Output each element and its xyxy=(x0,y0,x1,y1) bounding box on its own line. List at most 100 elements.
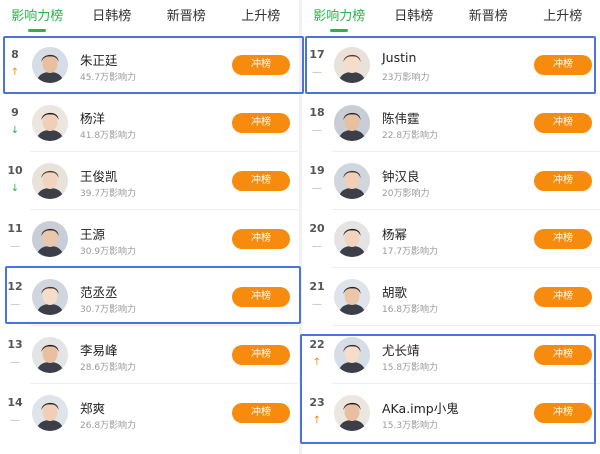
tab-japan-korea[interactable]: 日韩榜 xyxy=(377,0,452,34)
trend-flat-icon: — xyxy=(312,67,322,78)
ranking-row[interactable]: 12 — 范丞丞 30.7万影响力 冲榜 xyxy=(0,268,298,326)
boost-rank-button[interactable]: 冲榜 xyxy=(232,287,290,307)
rank-number: 13 xyxy=(7,338,23,351)
avatar[interactable] xyxy=(334,105,370,141)
tab-japan-korea[interactable]: 日韩榜 xyxy=(75,0,150,34)
ranking-row[interactable]: 14 — 郑爽 26.8万影响力 冲榜 xyxy=(0,384,298,442)
trend-up-icon: ↑ xyxy=(312,357,322,368)
ranking-row[interactable]: 23 ↑ AKa.imp小鬼 15.3万影响力 冲榜 xyxy=(302,384,600,442)
boost-rank-button[interactable]: 冲榜 xyxy=(534,171,592,191)
boost-rank-button[interactable]: 冲榜 xyxy=(232,113,290,133)
influence-score: 30.9万影响力 xyxy=(80,247,137,257)
right-ranking-panel: 影响力榜 日韩榜 新晋榜 上升榜 17— Justin 23万影响力 冲榜 18— 陈伟霆… xyxy=(302,0,600,454)
rank-number: 20 xyxy=(309,222,325,235)
boost-rank-button[interactable]: 冲榜 xyxy=(534,287,592,307)
ranking-tabs: 影响力榜 日韩榜 新晋榜 上升榜 xyxy=(302,0,600,34)
influence-score: 16.8万影响力 xyxy=(382,305,439,315)
celebrity-name[interactable]: 尤长靖 xyxy=(382,340,420,359)
tab-newcomer[interactable]: 新晋榜 xyxy=(451,0,526,34)
celebrity-name[interactable]: 李易峰 xyxy=(80,340,118,359)
avatar[interactable] xyxy=(334,47,370,83)
tab-influence[interactable]: 影响力榜 xyxy=(0,0,75,34)
boost-rank-button[interactable]: 冲榜 xyxy=(534,113,592,133)
avatar[interactable] xyxy=(334,395,370,431)
influence-score: 15.3万影响力 xyxy=(382,421,439,431)
rank-number: 11 xyxy=(7,222,23,235)
ranking-row[interactable]: 17 — Justin 23万影响力 冲榜 xyxy=(302,36,600,94)
celebrity-name[interactable]: Justin xyxy=(382,50,416,65)
trend-flat-icon: — xyxy=(10,357,20,368)
celebrity-name[interactable]: 杨洋 xyxy=(80,108,105,127)
ranking-row[interactable]: 10 ↓ 王俊凯 39.7万影响力 冲榜 xyxy=(0,152,298,210)
influence-score: 39.7万影响力 xyxy=(80,189,137,199)
boost-rank-button[interactable]: 冲榜 xyxy=(534,403,592,423)
boost-rank-button[interactable]: 冲榜 xyxy=(232,403,290,423)
boost-rank-button[interactable]: 冲榜 xyxy=(534,55,592,75)
rank-number: 9 xyxy=(11,106,19,119)
rank-number: 19 xyxy=(309,164,325,177)
celebrity-name[interactable]: 王源 xyxy=(80,224,105,243)
ranking-row[interactable]: 21 — 胡歌 16.8万影响力 冲榜 xyxy=(302,268,600,326)
ranking-row[interactable]: 19 — 钟汉良 20万影响力 冲榜 xyxy=(302,152,600,210)
ranking-row[interactable]: 13 — 李易峰 28.6万影响力 冲榜 xyxy=(0,326,298,384)
avatar[interactable] xyxy=(334,279,370,315)
rank-number: 10 xyxy=(7,164,23,177)
celebrity-name[interactable]: 钟汉良 xyxy=(382,166,420,185)
trend-down-icon: ↓ xyxy=(10,183,20,194)
rank-number: 8 xyxy=(11,48,19,61)
influence-score: 15.8万影响力 xyxy=(382,363,439,373)
tab-newcomer[interactable]: 新晋榜 xyxy=(149,0,224,34)
boost-rank-button[interactable]: 冲榜 xyxy=(534,229,592,249)
left-ranking-panel: 影响力榜 日韩榜 新晋榜 上升榜 8 ↑ 朱正廷 45.7万影响力 冲榜 9 ↓ 杨洋 41.8… xyxy=(0,0,298,454)
avatar[interactable] xyxy=(334,221,370,257)
ranking-row[interactable]: 20 — 杨幂 17.7万影响力 冲榜 xyxy=(302,210,600,268)
avatar[interactable] xyxy=(32,163,68,199)
celebrity-name[interactable]: 范丞丞 xyxy=(80,282,118,301)
influence-score: 41.8万影响力 xyxy=(80,131,137,141)
tab-rising[interactable]: 上升榜 xyxy=(224,0,299,34)
trend-flat-icon: — xyxy=(312,241,322,252)
ranking-row[interactable]: 9 ↓ 杨洋 41.8万影响力 冲榜 xyxy=(0,94,298,152)
celebrity-name[interactable]: 王俊凯 xyxy=(80,166,118,185)
avatar[interactable] xyxy=(32,105,68,141)
rank-number: 12 xyxy=(7,280,23,293)
tab-rising[interactable]: 上升榜 xyxy=(526,0,600,34)
avatar[interactable] xyxy=(32,337,68,373)
boost-rank-button[interactable]: 冲榜 xyxy=(232,345,290,365)
tab-influence[interactable]: 影响力榜 xyxy=(302,0,377,34)
avatar[interactable] xyxy=(32,47,68,83)
avatar[interactable] xyxy=(32,279,68,315)
trend-up-icon: ↑ xyxy=(312,415,322,426)
trend-flat-icon: — xyxy=(10,241,20,252)
influence-score: 17.7万影响力 xyxy=(382,247,439,257)
influence-score: 28.6万影响力 xyxy=(80,363,137,373)
boost-rank-button[interactable]: 冲榜 xyxy=(534,345,592,365)
trend-flat-icon: — xyxy=(312,299,322,310)
trend-up-icon: ↑ xyxy=(10,67,20,78)
rank-number: 22 xyxy=(309,338,325,351)
rank-number: 14 xyxy=(7,396,23,409)
celebrity-name[interactable]: 郑爽 xyxy=(80,398,105,417)
ranking-row[interactable]: 22 ↑ 尤长靖 15.8万影响力 冲榜 xyxy=(302,326,600,384)
influence-score: 22.8万影响力 xyxy=(382,131,439,141)
avatar[interactable] xyxy=(334,337,370,373)
avatar[interactable] xyxy=(32,395,68,431)
boost-rank-button[interactable]: 冲榜 xyxy=(232,229,290,249)
influence-score: 20万影响力 xyxy=(382,189,430,199)
celebrity-name[interactable]: 朱正廷 xyxy=(80,50,118,69)
influence-score: 45.7万影响力 xyxy=(80,73,137,83)
celebrity-name[interactable]: 胡歌 xyxy=(382,282,407,301)
celebrity-name[interactable]: 陈伟霆 xyxy=(382,108,420,127)
boost-rank-button[interactable]: 冲榜 xyxy=(232,171,290,191)
ranking-row[interactable]: 18 — 陈伟霆 22.8万影响力 冲榜 xyxy=(302,94,600,152)
boost-rank-button[interactable]: 冲榜 xyxy=(232,55,290,75)
avatar[interactable] xyxy=(334,163,370,199)
trend-flat-icon: — xyxy=(10,415,20,426)
celebrity-name[interactable]: AKa.imp小鬼 xyxy=(382,398,459,417)
celebrity-name[interactable]: 杨幂 xyxy=(382,224,407,243)
ranking-row[interactable]: 8 ↑ 朱正廷 45.7万影响力 冲榜 xyxy=(0,36,298,94)
avatar[interactable] xyxy=(32,221,68,257)
rank-number: 17 xyxy=(309,48,325,61)
ranking-row[interactable]: 11 — 王源 30.9万影响力 冲榜 xyxy=(0,210,298,268)
influence-score: 23万影响力 xyxy=(382,73,430,83)
